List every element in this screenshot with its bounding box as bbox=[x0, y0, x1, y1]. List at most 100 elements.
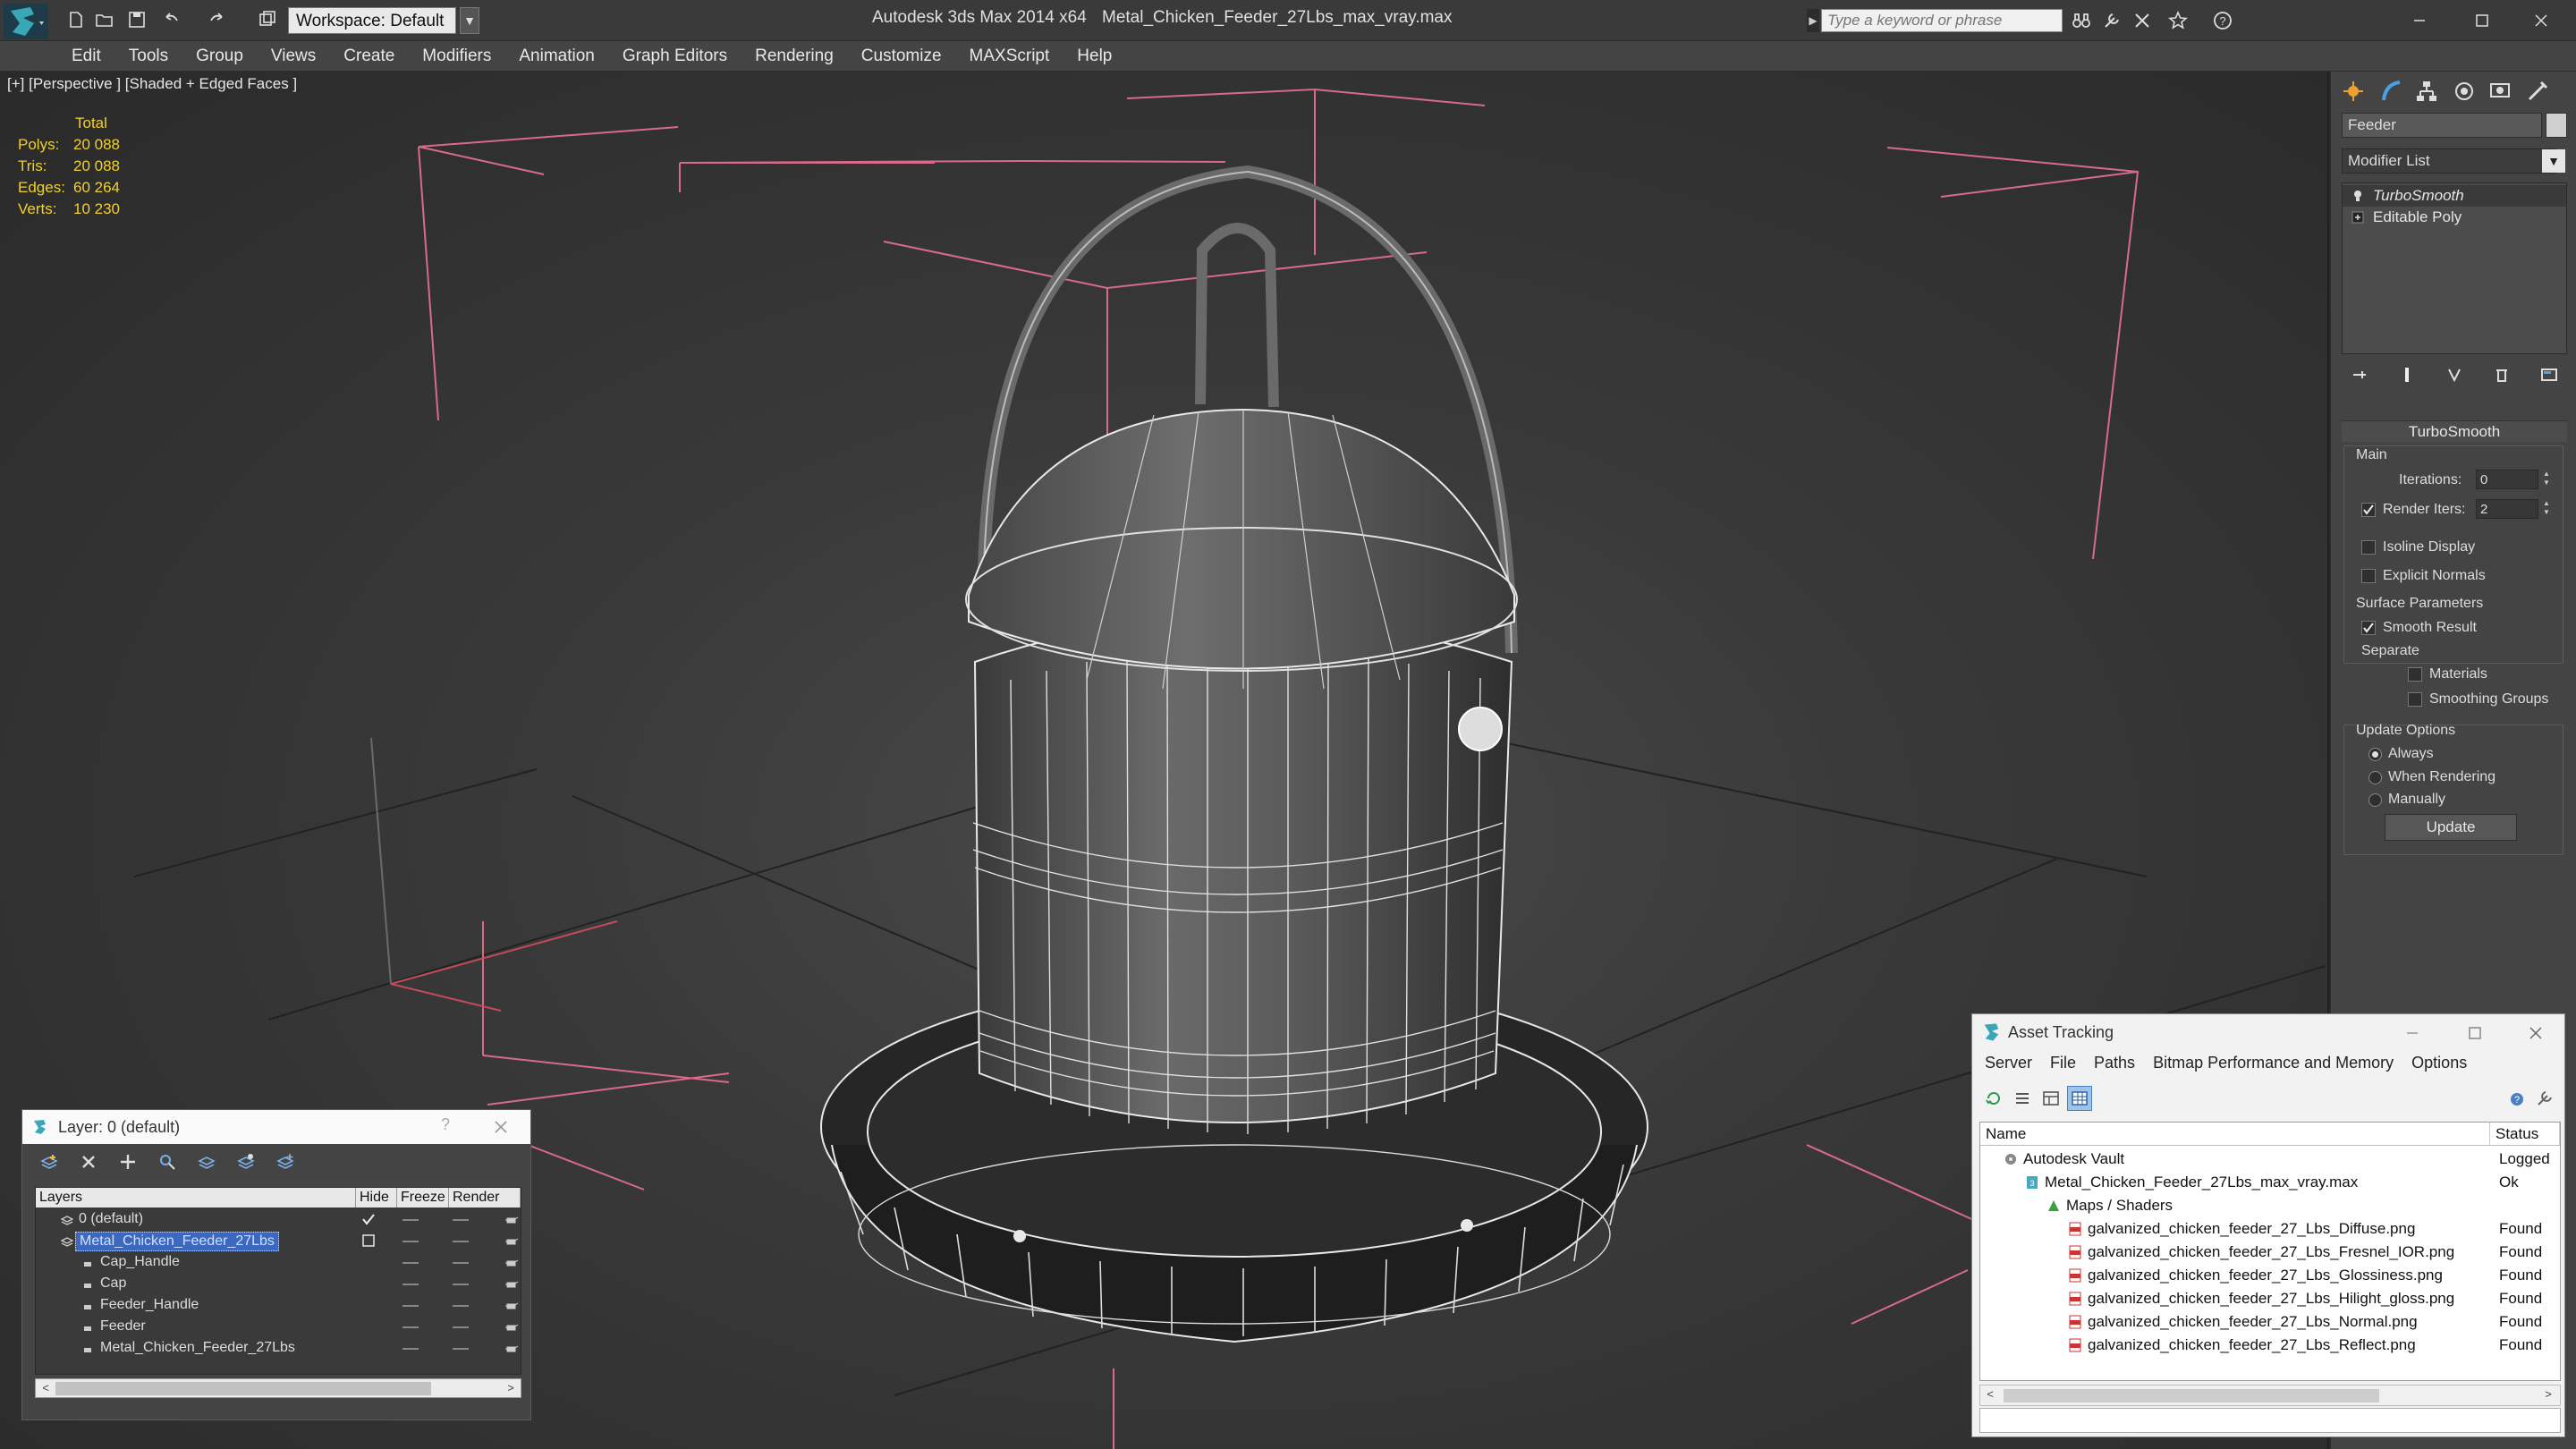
undo-icon[interactable] bbox=[159, 9, 182, 30]
freeze-toggle[interactable] bbox=[453, 1219, 469, 1221]
create-tab-icon[interactable] bbox=[2336, 75, 2370, 107]
asset-row[interactable]: galvanized_chicken_feeder_27_Lbs_Hilight… bbox=[1980, 1287, 2560, 1310]
delete-layer-icon[interactable] bbox=[76, 1149, 101, 1174]
layer-row[interactable]: Feeder bbox=[36, 1317, 521, 1338]
pin-stack-icon[interactable] bbox=[2347, 362, 2372, 387]
render-teapot-icon[interactable] bbox=[504, 1256, 519, 1268]
render-iters-spinner[interactable]: 2 bbox=[2476, 499, 2538, 519]
render-teapot-icon[interactable] bbox=[504, 1320, 519, 1333]
display-tab-icon[interactable] bbox=[2483, 75, 2517, 107]
asset-settings-icon[interactable] bbox=[2532, 1086, 2557, 1111]
select-in-layer-icon[interactable] bbox=[155, 1149, 180, 1174]
hide-toggle[interactable] bbox=[402, 1348, 419, 1350]
scroll-thumb[interactable] bbox=[2004, 1389, 2379, 1402]
materials-checkbox[interactable] bbox=[2408, 667, 2422, 682]
render-teapot-icon[interactable] bbox=[504, 1213, 519, 1225]
hide-column-header[interactable]: Hide bbox=[356, 1188, 397, 1208]
scroll-thumb[interactable] bbox=[55, 1382, 431, 1395]
asset-help-icon[interactable]: ? bbox=[2505, 1086, 2530, 1111]
render-teapot-icon[interactable] bbox=[504, 1234, 519, 1247]
explicit-normals-checkbox[interactable] bbox=[2361, 569, 2376, 583]
hide-all-layers-icon[interactable] bbox=[233, 1149, 258, 1174]
asset-close-icon[interactable] bbox=[2518, 1021, 2554, 1045]
make-unique-icon[interactable] bbox=[2442, 362, 2467, 387]
smooth-result-checkbox[interactable] bbox=[2361, 621, 2376, 635]
menu-maxscript[interactable]: MAXScript bbox=[970, 41, 1067, 71]
menu-edit[interactable]: Edit bbox=[72, 41, 118, 71]
asset-row[interactable]: galvanized_chicken_feeder_27_Lbs_Diffuse… bbox=[1980, 1217, 2560, 1241]
hierarchy-tab-icon[interactable] bbox=[2410, 75, 2444, 107]
iterations-spinner[interactable]: 0 bbox=[2476, 470, 2538, 489]
asset-row[interactable]: 3 Metal_Chicken_Feeder_27Lbs_max_vray.ma… bbox=[1980, 1171, 2560, 1194]
when-rendering-radio[interactable] bbox=[2368, 771, 2382, 784]
modifier-list-dropdown[interactable]: Modifier List bbox=[2342, 148, 2556, 174]
favorites-star-icon[interactable] bbox=[2165, 9, 2191, 32]
utilities-tab-icon[interactable] bbox=[2521, 75, 2555, 107]
viewport-label[interactable]: [+] [Perspective ] [Shaded + Edged Faces… bbox=[7, 75, 297, 93]
stack-item-turbosmooth[interactable]: TurboSmooth bbox=[2343, 185, 2566, 207]
turbosmooth-rollout-header[interactable]: TurboSmooth bbox=[2342, 420, 2567, 442]
asset-row[interactable]: Maps / Shaders bbox=[1980, 1194, 2560, 1217]
add-to-layer-icon[interactable] bbox=[115, 1149, 140, 1174]
asset-minimize-icon[interactable] bbox=[2394, 1021, 2430, 1045]
workspace-dropdown-arrow-icon[interactable]: ▼ bbox=[460, 7, 479, 34]
freeze-toggle[interactable] bbox=[453, 1326, 469, 1328]
menu-views[interactable]: Views bbox=[271, 41, 333, 71]
scroll-left-arrow-icon[interactable]: < bbox=[38, 1381, 54, 1397]
iterations-spinner-arrows-icon[interactable]: ▲ ▼ bbox=[2540, 470, 2553, 489]
manually-radio[interactable] bbox=[2368, 793, 2382, 807]
project-folder-icon[interactable] bbox=[256, 9, 279, 30]
render-iters-spinner-arrows-icon[interactable]: ▲ ▼ bbox=[2540, 499, 2553, 519]
asset-window-title[interactable]: Asset Tracking bbox=[2008, 1023, 2114, 1042]
asset-menu-paths[interactable]: Paths bbox=[2094, 1054, 2135, 1080]
scroll-right-arrow-icon[interactable]: > bbox=[2540, 1387, 2556, 1403]
scroll-left-arrow-icon[interactable]: < bbox=[1982, 1387, 1998, 1403]
status-column-header[interactable]: Status bbox=[2490, 1123, 2560, 1146]
minimize-window-icon[interactable] bbox=[2388, 4, 2451, 38]
hide-toggle[interactable] bbox=[402, 1262, 419, 1264]
hide-toggle[interactable] bbox=[402, 1305, 419, 1307]
layer-horizontal-scrollbar[interactable]: < > bbox=[35, 1378, 521, 1398]
list-view-icon[interactable] bbox=[2010, 1086, 2035, 1111]
search-input[interactable] bbox=[1821, 9, 2063, 32]
help-icon[interactable]: ? bbox=[2209, 9, 2236, 32]
smoothing-groups-checkbox[interactable] bbox=[2408, 692, 2422, 707]
active-layer-check-icon[interactable] bbox=[361, 1213, 376, 1225]
motion-tab-icon[interactable] bbox=[2447, 75, 2481, 107]
asset-row[interactable]: galvanized_chicken_feeder_27_Lbs_Fresnel… bbox=[1980, 1241, 2560, 1264]
freeze-column-header[interactable]: Freeze bbox=[397, 1188, 449, 1208]
render-teapot-icon[interactable] bbox=[504, 1299, 519, 1311]
configure-modifier-sets-icon[interactable] bbox=[2537, 362, 2562, 387]
layer-row[interactable]: Cap bbox=[36, 1274, 521, 1295]
binoculars-icon[interactable] bbox=[2068, 9, 2095, 32]
detail-view-icon[interactable] bbox=[2038, 1086, 2063, 1111]
close-window-icon[interactable] bbox=[2510, 4, 2572, 38]
layer-help-button[interactable]: ? bbox=[432, 1115, 459, 1139]
layer-row[interactable]: Cap_Handle bbox=[36, 1252, 521, 1274]
render-iters-checkbox[interactable] bbox=[2361, 503, 2376, 517]
layer-row[interactable]: Metal_Chicken_Feeder_27Lbs bbox=[36, 1338, 521, 1360]
table-view-icon[interactable] bbox=[2067, 1086, 2092, 1111]
name-column-header[interactable]: Name bbox=[1980, 1123, 2490, 1146]
isoline-display-checkbox[interactable] bbox=[2361, 540, 2376, 555]
modify-tab-icon[interactable] bbox=[2374, 75, 2408, 107]
asset-row[interactable]: Autodesk Vault Logged bbox=[1980, 1148, 2560, 1171]
asset-row[interactable]: galvanized_chicken_feeder_27_Lbs_Normal.… bbox=[1980, 1310, 2560, 1334]
maximize-window-icon[interactable] bbox=[2451, 4, 2513, 38]
menu-graph-editors[interactable]: Graph Editors bbox=[623, 41, 744, 71]
object-name-field[interactable]: Feeder bbox=[2342, 113, 2542, 138]
new-file-icon[interactable] bbox=[64, 9, 88, 30]
hide-toggle[interactable] bbox=[402, 1284, 419, 1285]
subscription-icon[interactable] bbox=[2129, 9, 2156, 32]
layer-row[interactable]: Feeder_Handle bbox=[36, 1295, 521, 1317]
modifier-list-arrow-icon[interactable]: ▼ bbox=[2542, 149, 2565, 173]
open-file-icon[interactable] bbox=[93, 9, 116, 30]
communication-center-icon[interactable] bbox=[2098, 9, 2125, 32]
asset-menu-server[interactable]: Server bbox=[1985, 1054, 2032, 1080]
render-column-header[interactable]: Render bbox=[449, 1188, 521, 1208]
update-button[interactable]: Update bbox=[2385, 814, 2517, 841]
hide-toggle[interactable] bbox=[402, 1326, 419, 1328]
asset-horizontal-scrollbar[interactable]: < > bbox=[1979, 1385, 2561, 1406]
layer-row[interactable]: 0 (default) bbox=[36, 1209, 521, 1231]
freeze-toggle[interactable] bbox=[453, 1241, 469, 1242]
